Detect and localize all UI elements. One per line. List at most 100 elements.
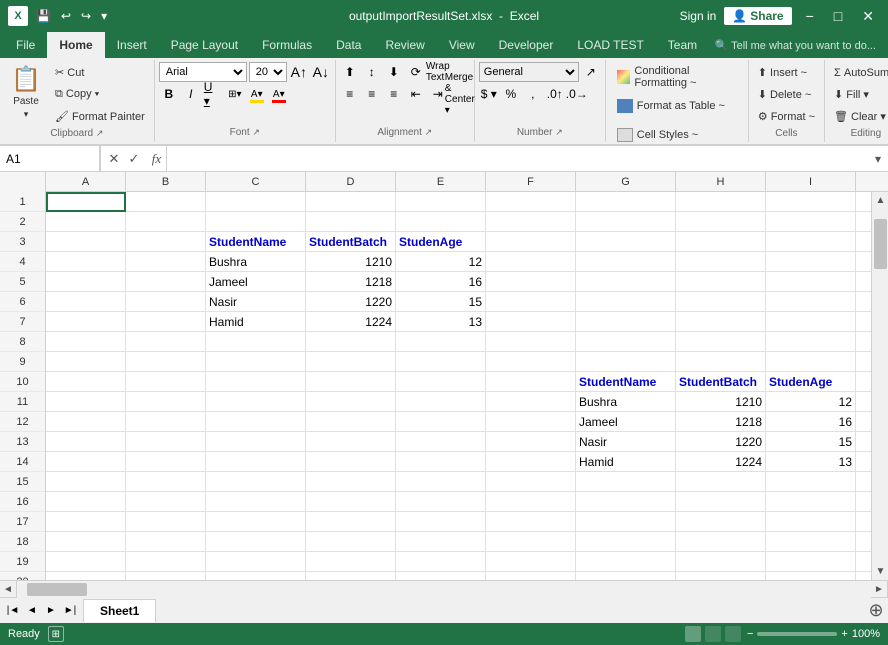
conditional-formatting-btn[interactable]: Conditional Formatting ~: [612, 64, 742, 90]
cell-g15[interactable]: [576, 472, 676, 492]
tab-file[interactable]: File: [4, 32, 47, 58]
cell-b20[interactable]: [126, 572, 206, 580]
row-header-12[interactable]: 12: [0, 412, 45, 432]
vertical-scrollbar[interactable]: ▲ ▼: [871, 192, 888, 580]
number-format-select[interactable]: General: [479, 62, 579, 82]
cell-h9[interactable]: [676, 352, 766, 372]
tab-developer[interactable]: Developer: [487, 32, 566, 58]
sheet-tab-sheet1[interactable]: Sheet1: [83, 599, 156, 622]
cell-d14[interactable]: [306, 452, 396, 472]
h-scroll-thumb[interactable]: [27, 583, 87, 596]
cell-g17[interactable]: [576, 512, 676, 532]
cell-f19[interactable]: [486, 552, 576, 572]
cell-i8[interactable]: [766, 332, 856, 352]
cell-b6[interactable]: [126, 292, 206, 312]
cell-j7[interactable]: [856, 312, 871, 332]
percent-btn[interactable]: %: [501, 84, 521, 104]
cell-e19[interactable]: [396, 552, 486, 572]
row-header-2[interactable]: 2: [0, 212, 45, 232]
col-header-i[interactable]: I: [766, 172, 856, 191]
format-cells-btn[interactable]: ⚙ Format ~: [753, 106, 820, 126]
v-scroll-thumb[interactable]: [874, 219, 887, 269]
scroll-down-btn[interactable]: ▼: [872, 563, 888, 580]
cell-j18[interactable]: [856, 532, 871, 552]
save-quick-btn[interactable]: 💾: [32, 7, 55, 25]
cell-e11[interactable]: [396, 392, 486, 412]
cell-j4[interactable]: [856, 252, 871, 272]
cell-f8[interactable]: [486, 332, 576, 352]
confirm-formula-btn[interactable]: ✓: [125, 150, 143, 168]
cell-d4[interactable]: 1210: [306, 252, 396, 272]
cell-b13[interactable]: [126, 432, 206, 452]
normal-view-btn[interactable]: [685, 626, 701, 642]
col-header-j[interactable]: J: [856, 172, 888, 191]
cell-i12[interactable]: 16: [766, 412, 856, 432]
cell-i4[interactable]: [766, 252, 856, 272]
cell-c18[interactable]: [206, 532, 306, 552]
cell-e14[interactable]: [396, 452, 486, 472]
cell-j14[interactable]: [856, 452, 871, 472]
minimize-btn[interactable]: −: [800, 6, 820, 26]
cell-j6[interactable]: [856, 292, 871, 312]
dec-decrease-btn[interactable]: .0→: [567, 84, 587, 104]
cell-j9[interactable]: [856, 352, 871, 372]
cell-b7[interactable]: [126, 312, 206, 332]
cell-i7[interactable]: [766, 312, 856, 332]
cell-h4[interactable]: [676, 252, 766, 272]
cell-g9[interactable]: [576, 352, 676, 372]
align-center-btn[interactable]: ≡: [362, 84, 382, 104]
cell-g10[interactable]: StudentName: [576, 372, 676, 392]
tab-team[interactable]: Team: [656, 32, 709, 58]
name-box-input[interactable]: [6, 152, 96, 166]
cell-c4[interactable]: Bushra: [206, 252, 306, 272]
cell-g2[interactable]: [576, 212, 676, 232]
cell-c17[interactable]: [206, 512, 306, 532]
cell-f6[interactable]: [486, 292, 576, 312]
row-header-20[interactable]: 20: [0, 572, 45, 580]
cell-g18[interactable]: [576, 532, 676, 552]
angle-text-btn[interactable]: ⟳: [406, 62, 426, 82]
fill-btn[interactable]: ⬇ Fill ▾: [829, 84, 874, 104]
row-header-18[interactable]: 18: [0, 532, 45, 552]
cell-i19[interactable]: [766, 552, 856, 572]
cell-j12[interactable]: [856, 412, 871, 432]
cell-f3[interactable]: [486, 232, 576, 252]
cell-d18[interactable]: [306, 532, 396, 552]
cell-e17[interactable]: [396, 512, 486, 532]
cell-a18[interactable]: [46, 532, 126, 552]
font-size-increase-btn[interactable]: A↑: [289, 62, 309, 82]
col-header-f[interactable]: F: [486, 172, 576, 191]
cell-a9[interactable]: [46, 352, 126, 372]
cell-c10[interactable]: [206, 372, 306, 392]
cell-h7[interactable]: [676, 312, 766, 332]
format-as-table-btn[interactable]: Format as Table ~: [612, 93, 742, 119]
cell-a19[interactable]: [46, 552, 126, 572]
formula-expand-btn[interactable]: ▾: [868, 152, 888, 166]
cell-e16[interactable]: [396, 492, 486, 512]
cell-g20[interactable]: [576, 572, 676, 580]
tab-insert[interactable]: Insert: [105, 32, 159, 58]
cell-g13[interactable]: Nasir: [576, 432, 676, 452]
cell-h15[interactable]: [676, 472, 766, 492]
cell-i5[interactable]: [766, 272, 856, 292]
sign-in-btn[interactable]: Sign in: [680, 9, 717, 23]
cell-e7[interactable]: 13: [396, 312, 486, 332]
cell-b10[interactable]: [126, 372, 206, 392]
cell-a2[interactable]: [46, 212, 126, 232]
cell-d16[interactable]: [306, 492, 396, 512]
cell-c8[interactable]: [206, 332, 306, 352]
cell-h20[interactable]: [676, 572, 766, 580]
cell-h5[interactable]: [676, 272, 766, 292]
cell-e1[interactable]: [396, 192, 486, 212]
cell-f15[interactable]: [486, 472, 576, 492]
cell-e6[interactable]: 15: [396, 292, 486, 312]
cell-c9[interactable]: [206, 352, 306, 372]
cell-f10[interactable]: [486, 372, 576, 392]
cell-h17[interactable]: [676, 512, 766, 532]
cell-h13[interactable]: 1220: [676, 432, 766, 452]
cell-i14[interactable]: 13: [766, 452, 856, 472]
cell-a3[interactable]: [46, 232, 126, 252]
cell-e8[interactable]: [396, 332, 486, 352]
clear-btn[interactable]: 🗑 Clear ▾: [829, 106, 888, 126]
cell-g19[interactable]: [576, 552, 676, 572]
